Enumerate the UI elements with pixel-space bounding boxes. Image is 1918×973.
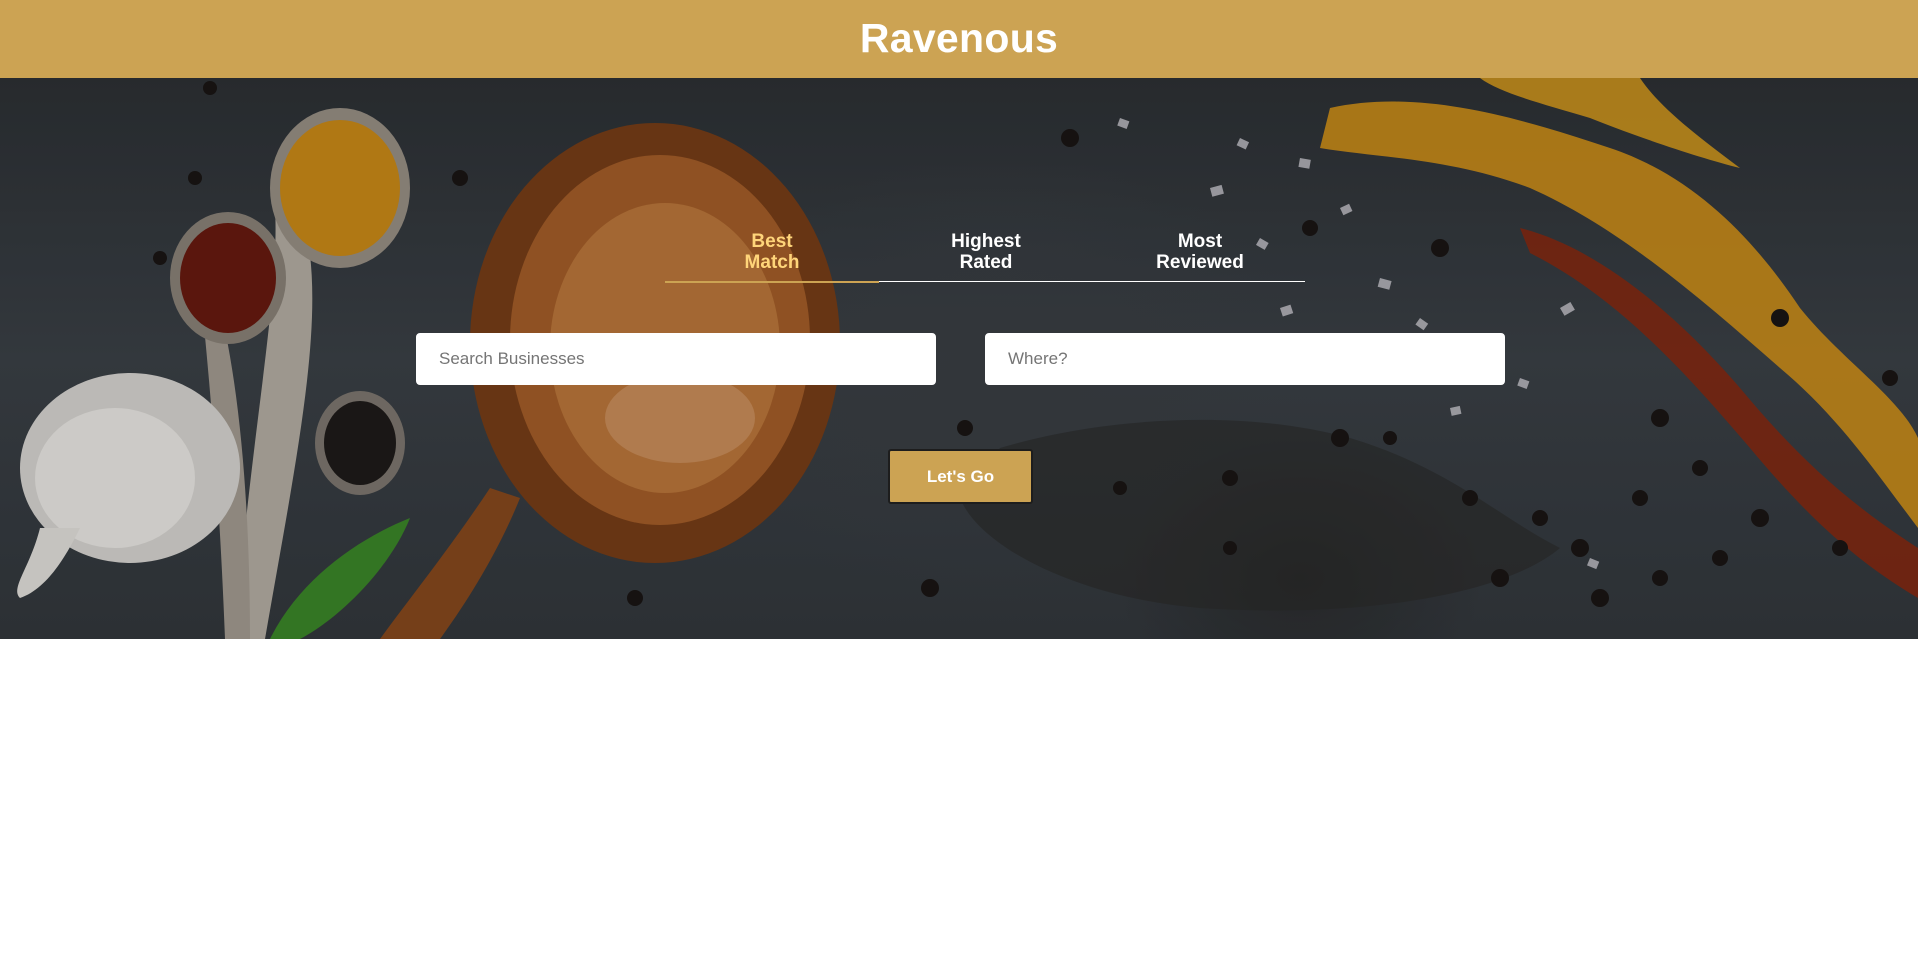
sort-option-label-line1: Highest bbox=[951, 231, 1021, 252]
sort-option-label-line2: Match bbox=[744, 252, 800, 273]
search-location-input[interactable] bbox=[985, 333, 1505, 385]
search-bar-hero: Best Match Highest Rated Most Reviewed L… bbox=[0, 78, 1918, 639]
app-header: Ravenous bbox=[0, 0, 1918, 78]
sort-option-label-line2: Rated bbox=[959, 252, 1013, 273]
app-title: Ravenous bbox=[859, 14, 1059, 61]
sort-option-label-line1: Most bbox=[1177, 231, 1223, 252]
lets-go-button[interactable]: Let's Go bbox=[888, 449, 1033, 504]
sort-option-underline bbox=[879, 281, 1305, 282]
sort-option-label-line2: Reviewed bbox=[1156, 252, 1244, 273]
sort-option-label-line1: Best bbox=[751, 231, 793, 252]
sort-option-best-match[interactable]: Best Match bbox=[665, 231, 879, 273]
sort-option-most-reviewed[interactable]: Most Reviewed bbox=[1093, 231, 1307, 273]
sort-option-highest-rated[interactable]: Highest Rated bbox=[879, 231, 1093, 273]
sort-option-underline-active bbox=[665, 281, 879, 283]
search-businesses-input[interactable] bbox=[416, 333, 936, 385]
